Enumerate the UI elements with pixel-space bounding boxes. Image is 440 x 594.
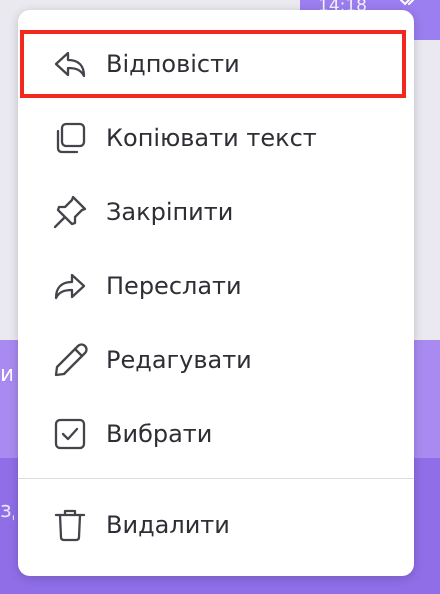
menu-item-label: Редагувати (106, 346, 252, 374)
trash-icon (51, 506, 89, 544)
pencil-icon (51, 341, 89, 379)
menu-item-forward[interactable]: Переслати (18, 249, 414, 323)
partial-text: и (0, 362, 12, 387)
menu-divider (18, 478, 414, 479)
menu-item-label: Закріпити (106, 198, 234, 226)
partial-text: зд (0, 498, 14, 523)
checkbox-icon (51, 415, 89, 453)
pin-icon (51, 193, 89, 231)
menu-item-label: Вибрати (106, 420, 213, 448)
menu-item-edit[interactable]: Редагувати (18, 323, 414, 397)
highlight-box (20, 30, 406, 98)
menu-item-label: Копіювати текст (106, 124, 317, 152)
menu-item-pin[interactable]: Закріпити (18, 175, 414, 249)
menu-item-label: Видалити (106, 511, 230, 539)
menu-item-copy-text[interactable]: Копіювати текст (18, 101, 414, 175)
forward-icon (51, 267, 89, 305)
message-context-menu: Відповісти Копіювати текст Закріпити Пер… (18, 10, 414, 576)
copy-icon (51, 119, 89, 157)
menu-item-delete[interactable]: Видалити (18, 488, 414, 562)
menu-item-label: Переслати (106, 272, 242, 300)
read-check-icon (400, 0, 415, 6)
menu-item-select[interactable]: Вибрати (18, 397, 414, 471)
